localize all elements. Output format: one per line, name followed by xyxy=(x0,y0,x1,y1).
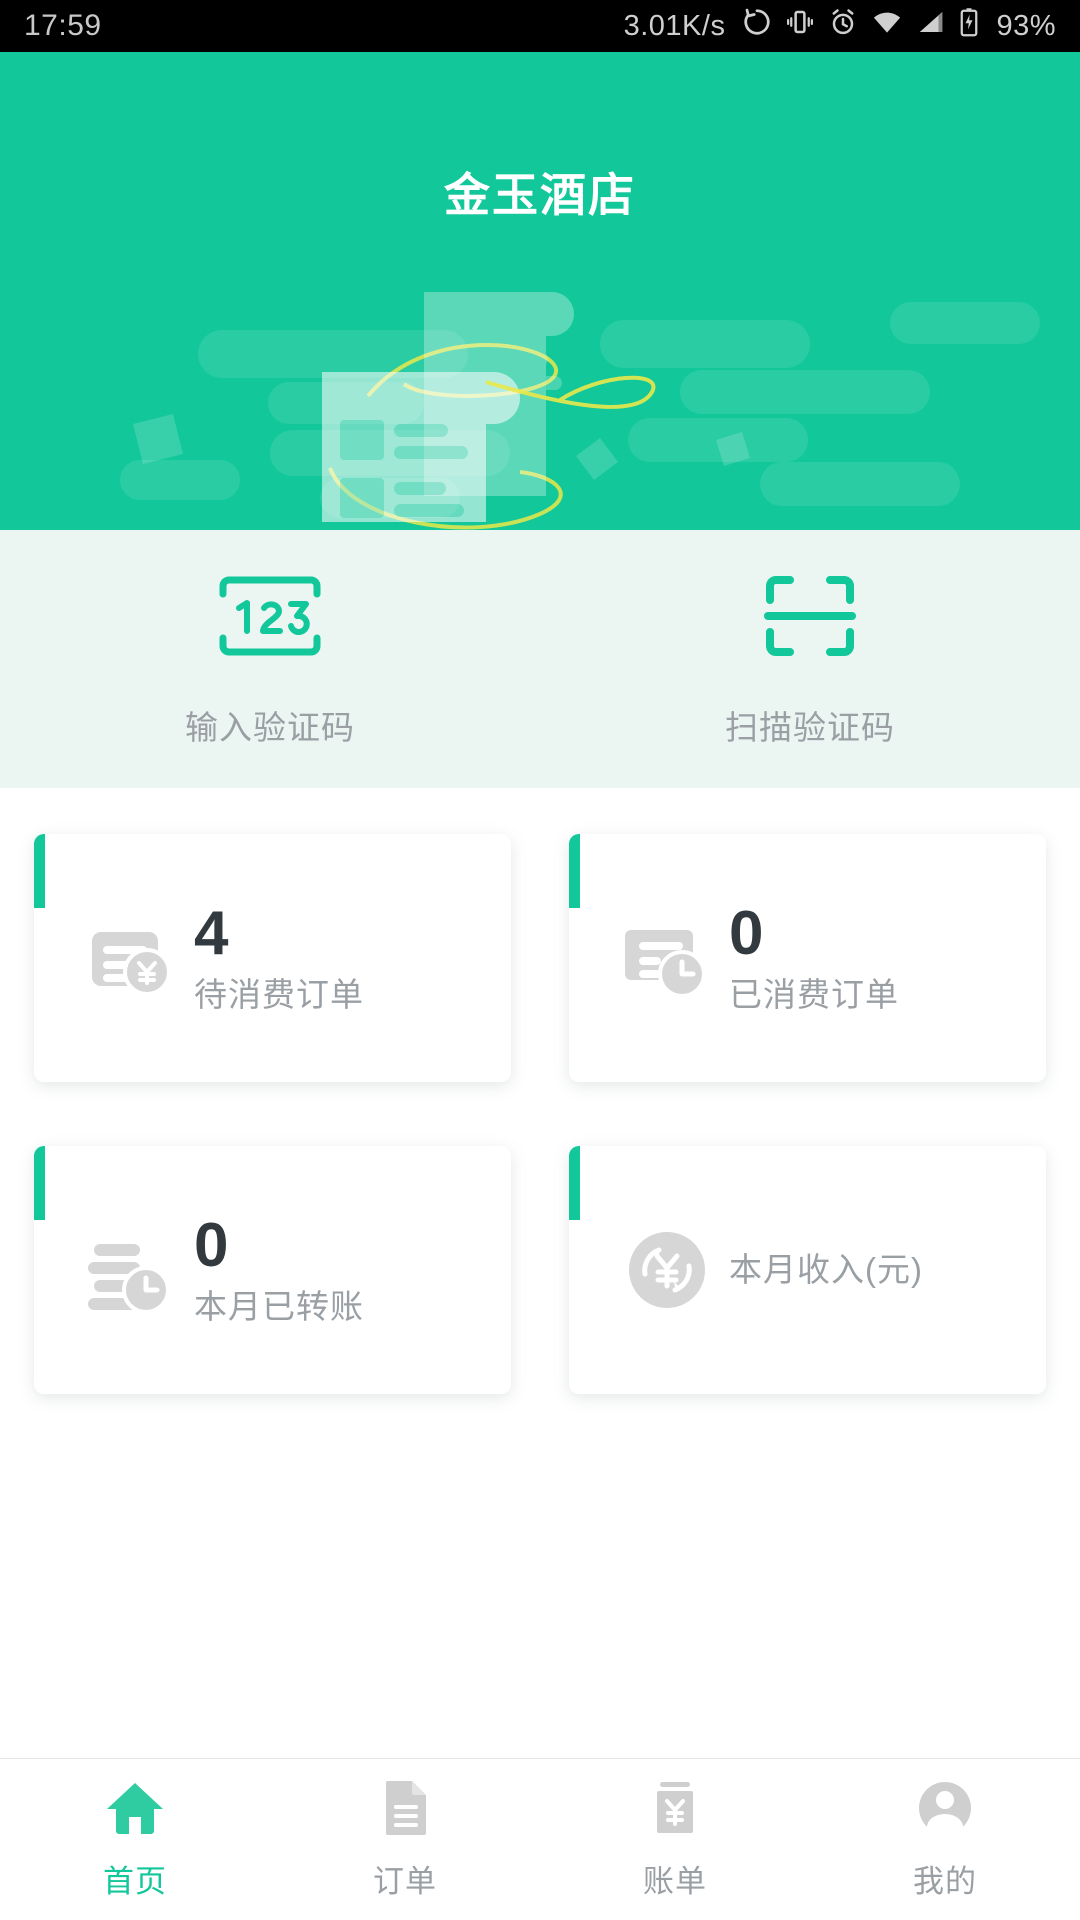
stat-card-income-this-month[interactable]: 本月收入(元) xyxy=(569,1146,1046,1394)
tab-profile[interactable]: 我的 xyxy=(810,1779,1080,1901)
stat-card-text: 0 本月已转账 xyxy=(194,1210,364,1325)
tab-label: 首页 xyxy=(103,1864,167,1899)
stat-label: 待消费订单 xyxy=(194,975,364,1013)
scan-qr-frame-icon xyxy=(760,570,860,667)
stat-value: 4 xyxy=(194,898,229,968)
action-label: 扫描验证码 xyxy=(725,708,895,746)
stat-card-pending-orders[interactable]: 4 待消费订单 xyxy=(34,834,511,1082)
quick-actions: 输入验证码 扫描验证码 xyxy=(0,530,1080,788)
status-bar: 17:59 3.01K/s 93% xyxy=(0,0,1080,52)
bill-yen-icon xyxy=(644,1779,706,1842)
action-scan-verification-code[interactable]: 扫描验证码 xyxy=(540,570,1080,749)
alarm-icon xyxy=(828,7,858,45)
tab-label: 我的 xyxy=(913,1864,977,1899)
tab-label: 订单 xyxy=(373,1864,437,1899)
tab-orders[interactable]: 订单 xyxy=(270,1779,540,1901)
bottom-tab-bar: 首页 订单 账单 我的 xyxy=(0,1758,1080,1920)
stat-value: 0 xyxy=(194,1210,229,1280)
status-bar-clock: 17:59 xyxy=(24,9,102,42)
network-speed-text: 3.01K/s xyxy=(623,9,726,42)
card-yen-icon xyxy=(84,910,180,1006)
wifi-icon xyxy=(871,7,903,45)
stat-card-text: 0 已消费订单 xyxy=(729,898,899,1013)
stat-label: 已消费订单 xyxy=(729,975,899,1013)
document-clock-icon xyxy=(619,910,715,1006)
battery-charging-icon xyxy=(959,7,979,45)
stat-label: 本月已转账 xyxy=(194,1287,364,1325)
numeric-code-123-icon xyxy=(211,570,329,667)
sync-icon xyxy=(742,7,772,45)
tab-bills[interactable]: 账单 xyxy=(540,1779,810,1901)
stat-card-transferred-this-month[interactable]: 0 本月已转账 xyxy=(34,1146,511,1394)
vibrate-icon xyxy=(785,7,815,45)
stat-card-text: 4 待消费订单 xyxy=(194,898,364,1013)
home-icon xyxy=(104,1779,166,1842)
action-input-verification-code[interactable]: 输入验证码 xyxy=(0,570,540,749)
stat-label: 本月收入(元) xyxy=(729,1250,923,1288)
battery-percent-text: 93% xyxy=(996,9,1056,42)
stat-card-text: 本月收入(元) xyxy=(729,1250,923,1288)
document-icon xyxy=(374,1779,436,1842)
tab-home[interactable]: 首页 xyxy=(0,1779,270,1901)
stat-value: 0 xyxy=(729,898,764,968)
person-icon xyxy=(914,1779,976,1842)
page-title: 金玉酒店 xyxy=(444,169,636,221)
yen-refresh-circle-icon xyxy=(619,1222,715,1318)
hero-banner: 金玉酒店 xyxy=(0,52,1080,530)
stats-grid: 4 待消费订单 0 已消费订单 0 本月已转账 本月收入(元) xyxy=(0,788,1080,1394)
stat-card-consumed-orders[interactable]: 0 已消费订单 xyxy=(569,834,1046,1082)
signal-icon xyxy=(916,7,946,45)
action-label: 输入验证码 xyxy=(185,708,355,746)
status-bar-indicators: 3.01K/s 93% xyxy=(624,7,1056,45)
bars-clock-icon xyxy=(84,1222,180,1318)
tab-label: 账单 xyxy=(643,1864,707,1899)
